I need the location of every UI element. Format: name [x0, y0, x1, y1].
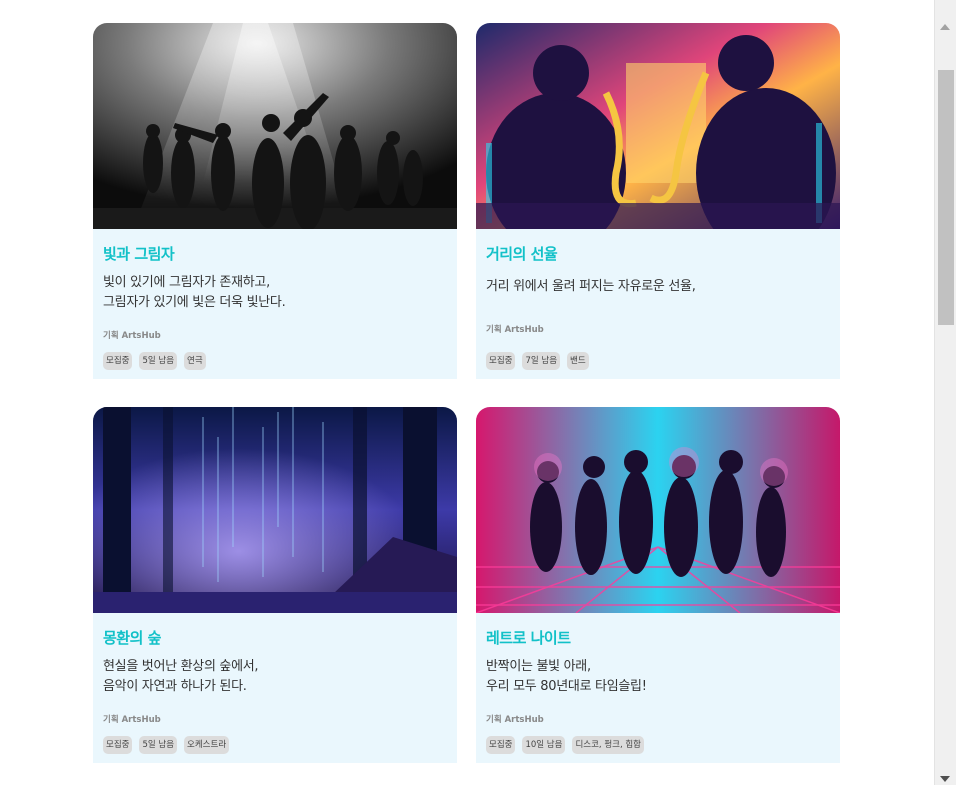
card-body: 빛과 그림자 빛이 있기에 그림자가 존재하고, 그림자가 있기에 빛은 더욱 … [93, 229, 457, 379]
card-organizer: 기획 ArtsHub [103, 715, 161, 725]
monochrome-dancers-image[interactable] [93, 23, 457, 229]
performance-card[interactable]: 몽환의 숲 현실을 벗어난 환상의 숲에서, 음악이 자연과 하나가 된다. 기… [93, 407, 457, 763]
card-title[interactable]: 거리의 선율 [486, 243, 830, 264]
neon-saxophone-players-image[interactable] [476, 23, 840, 229]
scroll-down-icon[interactable] [940, 776, 950, 782]
card-organizer: 기획 ArtsHub [486, 325, 544, 335]
card-tags: 모집중 5일 남음 연극 [103, 352, 206, 370]
card-tags: 모집중 7일 남음 밴드 [486, 352, 589, 370]
mystic-forest-image[interactable] [93, 407, 457, 613]
scrollbar-thumb[interactable] [938, 70, 954, 325]
card-tags: 모집중 5일 남음 오케스트라 [103, 736, 230, 754]
card-description: 현실을 벗어난 환상의 숲에서, 음악이 자연과 하나가 된다. [103, 659, 259, 694]
genre-badge: 연극 [184, 352, 206, 370]
retro-disco-dancers-image[interactable] [476, 407, 840, 613]
deadline-badge: 7일 남음 [522, 352, 561, 370]
card-tags: 모집중 10일 남음 디스코, 펑크, 힙합 [486, 736, 645, 754]
card-body: 몽환의 숲 현실을 벗어난 환상의 숲에서, 음악이 자연과 하나가 된다. 기… [93, 613, 457, 763]
card-title[interactable]: 빛과 그림자 [103, 243, 447, 264]
genre-badge: 디스코, 펑크, 힙합 [572, 736, 645, 754]
card-body: 레트로 나이트 반짝이는 불빛 아래, 우리 모두 80년대로 타임슬립! 기획… [476, 613, 840, 763]
deadline-badge: 5일 남음 [139, 736, 178, 754]
card-description: 거리 위에서 울려 퍼지는 자유로운 선율, [486, 279, 696, 294]
card-title[interactable]: 레트로 나이트 [486, 627, 830, 648]
card-description: 반짝이는 불빛 아래, 우리 모두 80년대로 타임슬립! [486, 659, 647, 694]
performance-card[interactable]: 빛과 그림자 빛이 있기에 그림자가 존재하고, 그림자가 있기에 빛은 더욱 … [93, 23, 457, 379]
performance-card[interactable]: 거리의 선율 거리 위에서 울려 퍼지는 자유로운 선율, 기획 ArtsHub… [476, 23, 840, 379]
status-badge: 모집중 [486, 736, 516, 754]
card-organizer: 기획 ArtsHub [486, 715, 544, 725]
vertical-scrollbar[interactable] [934, 0, 956, 785]
deadline-badge: 10일 남음 [522, 736, 566, 754]
status-badge: 모집중 [486, 352, 516, 370]
status-badge: 모집중 [103, 352, 133, 370]
card-body: 거리의 선율 거리 위에서 울려 퍼지는 자유로운 선율, 기획 ArtsHub… [476, 229, 840, 379]
performance-card-grid: 빛과 그림자 빛이 있기에 그림자가 존재하고, 그림자가 있기에 빛은 더욱 … [93, 23, 840, 763]
deadline-badge: 5일 남음 [139, 352, 178, 370]
card-description: 빛이 있기에 그림자가 존재하고, 그림자가 있기에 빛은 더욱 빛난다. [103, 275, 286, 310]
performance-card[interactable]: 레트로 나이트 반짝이는 불빛 아래, 우리 모두 80년대로 타임슬립! 기획… [476, 407, 840, 763]
status-badge: 모집중 [103, 736, 133, 754]
scroll-up-icon[interactable] [940, 24, 950, 30]
card-title[interactable]: 몽환의 숲 [103, 627, 447, 648]
card-organizer: 기획 ArtsHub [103, 331, 161, 341]
genre-badge: 밴드 [567, 352, 589, 370]
genre-badge: 오케스트라 [184, 736, 230, 754]
